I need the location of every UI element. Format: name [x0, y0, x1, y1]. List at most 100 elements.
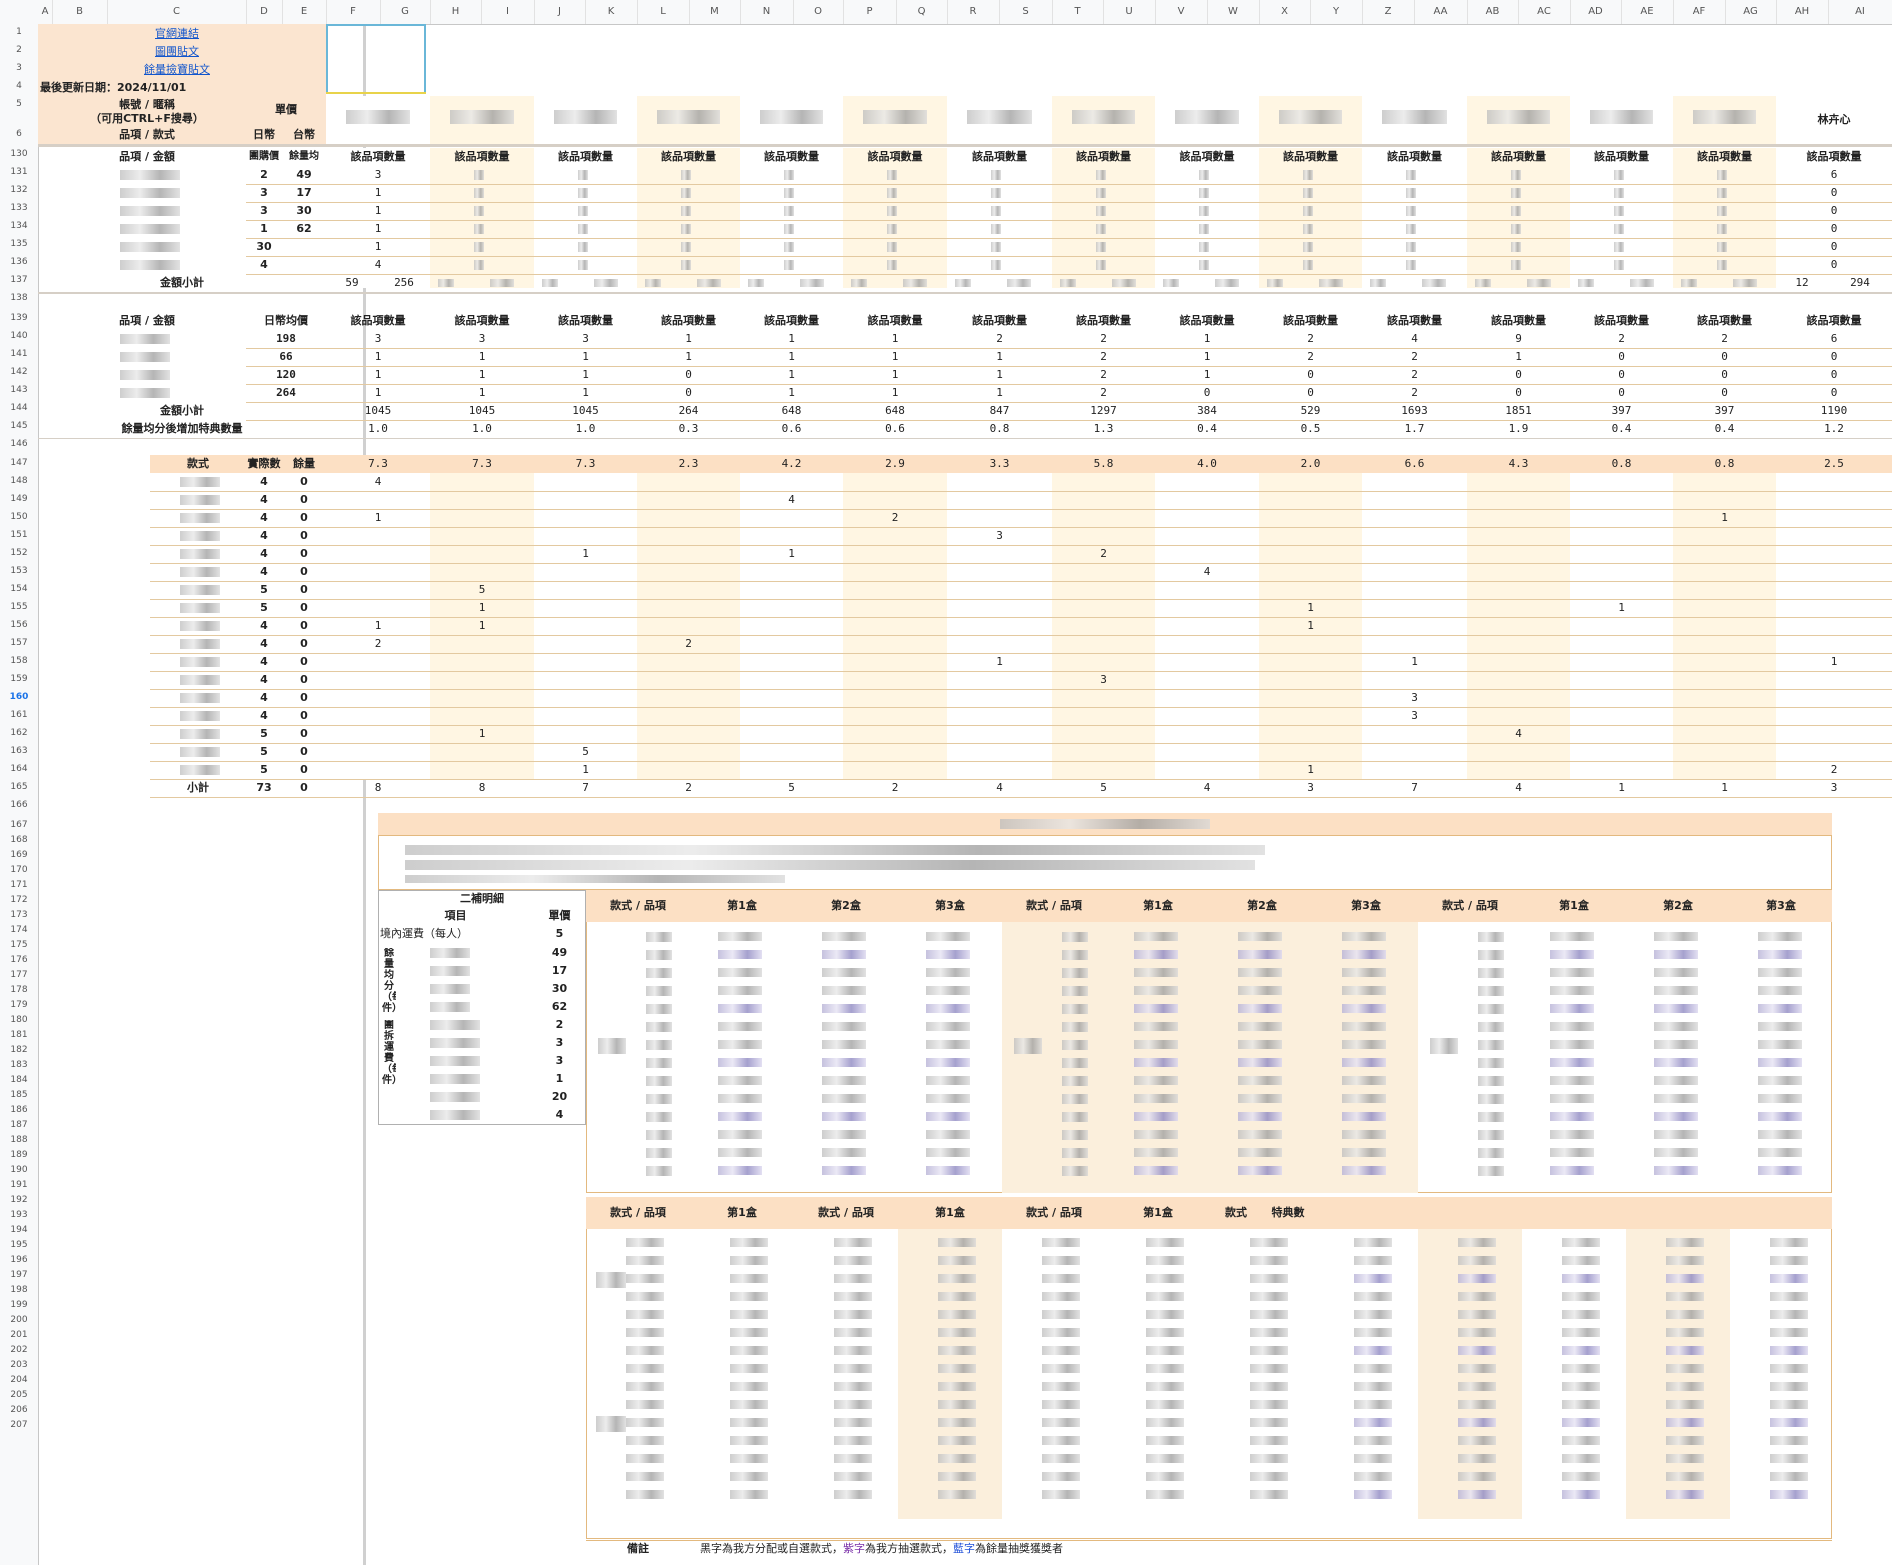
row-number[interactable]: 173 — [0, 910, 38, 920]
row-number[interactable]: 140 — [0, 331, 38, 341]
column-letter[interactable]: K — [585, 0, 638, 24]
row-number[interactable]: 165 — [0, 782, 38, 792]
link-1[interactable]: 圖團貼文 — [107, 44, 247, 60]
row-number[interactable]: 3 — [0, 63, 38, 73]
column-letter[interactable]: AA — [1414, 0, 1468, 24]
column-letter[interactable]: R — [947, 0, 1000, 24]
link-2[interactable]: 餘量撿寶貼文 — [107, 62, 247, 78]
row-number[interactable]: 177 — [0, 970, 38, 980]
row-number[interactable]: 2 — [0, 45, 38, 55]
row-number[interactable]: 149 — [0, 494, 38, 504]
row-number[interactable]: 174 — [0, 925, 38, 935]
row-number[interactable]: 179 — [0, 1000, 38, 1010]
column-letter[interactable]: L — [637, 0, 690, 24]
column-letter[interactable]: E — [282, 0, 327, 24]
row-number[interactable]: 197 — [0, 1270, 38, 1280]
row-number[interactable]: 203 — [0, 1360, 38, 1370]
column-letter[interactable]: AD — [1570, 0, 1622, 24]
column-letter[interactable]: A — [38, 0, 53, 24]
row-number[interactable]: 187 — [0, 1120, 38, 1130]
row-number[interactable]: 151 — [0, 530, 38, 540]
row-number[interactable]: 204 — [0, 1375, 38, 1385]
column-letter[interactable]: AH — [1776, 0, 1829, 24]
row-number[interactable]: 163 — [0, 746, 38, 756]
row-number[interactable]: 185 — [0, 1090, 38, 1100]
row-number[interactable]: 133 — [0, 203, 38, 213]
row-number[interactable]: 137 — [0, 275, 38, 285]
column-letter[interactable]: X — [1259, 0, 1311, 24]
column-letter[interactable]: I — [481, 0, 535, 24]
column-letter[interactable]: C — [107, 0, 247, 24]
row-number[interactable]: 160 — [0, 692, 38, 702]
row-number[interactable]: 144 — [0, 403, 38, 413]
column-letter[interactable]: G — [380, 0, 431, 24]
row-number[interactable]: 159 — [0, 674, 38, 684]
column-letter[interactable]: AF — [1673, 0, 1726, 24]
column-letter[interactable]: W — [1207, 0, 1260, 24]
row-number[interactable]: 164 — [0, 764, 38, 774]
row-number[interactable]: 192 — [0, 1195, 38, 1205]
row-number[interactable]: 199 — [0, 1300, 38, 1310]
row-number[interactable]: 145 — [0, 421, 38, 431]
row-number[interactable]: 184 — [0, 1075, 38, 1085]
row-number[interactable]: 143 — [0, 385, 38, 395]
column-letter[interactable]: AC — [1518, 0, 1571, 24]
row-number[interactable]: 178 — [0, 985, 38, 995]
row-number[interactable]: 171 — [0, 880, 38, 890]
row-number[interactable]: 175 — [0, 940, 38, 950]
row-number[interactable]: 195 — [0, 1240, 38, 1250]
column-letter[interactable]: T — [1052, 0, 1104, 24]
row-number[interactable]: 189 — [0, 1150, 38, 1160]
column-letter[interactable]: S — [999, 0, 1053, 24]
column-letter[interactable]: P — [843, 0, 897, 24]
row-number[interactable]: 207 — [0, 1420, 38, 1430]
column-letter[interactable]: F — [326, 0, 381, 24]
row-number[interactable]: 132 — [0, 185, 38, 195]
row-number[interactable]: 200 — [0, 1315, 38, 1325]
row-number[interactable]: 148 — [0, 476, 38, 486]
link-text[interactable]: 餘量撿寶貼文 — [144, 63, 210, 76]
column-letter[interactable]: J — [534, 0, 586, 24]
row-number[interactable]: 167 — [0, 820, 38, 830]
row-number[interactable]: 193 — [0, 1210, 38, 1220]
row-number[interactable]: 183 — [0, 1060, 38, 1070]
column-letter[interactable]: V — [1155, 0, 1208, 24]
row-number[interactable]: 154 — [0, 584, 38, 594]
link-text[interactable]: 圖團貼文 — [155, 45, 199, 58]
row-number[interactable]: 181 — [0, 1030, 38, 1040]
row-number[interactable]: 5 — [0, 99, 38, 109]
row-number[interactable]: 130 — [0, 149, 38, 159]
row-number[interactable]: 146 — [0, 439, 38, 449]
column-letter[interactable]: Q — [896, 0, 948, 24]
row-number[interactable]: 182 — [0, 1045, 38, 1055]
column-letter[interactable]: AI — [1828, 0, 1892, 24]
row-number[interactable]: 180 — [0, 1015, 38, 1025]
row-number[interactable]: 153 — [0, 566, 38, 576]
row-number[interactable]: 206 — [0, 1405, 38, 1415]
row-number[interactable]: 141 — [0, 349, 38, 359]
row-number[interactable]: 196 — [0, 1255, 38, 1265]
row-number[interactable]: 138 — [0, 293, 38, 303]
row-number[interactable]: 186 — [0, 1105, 38, 1115]
column-letter[interactable]: H — [430, 0, 482, 24]
row-number[interactable]: 155 — [0, 602, 38, 612]
row-number[interactable]: 1 — [0, 27, 38, 37]
row-number[interactable]: 201 — [0, 1330, 38, 1340]
row-number[interactable]: 166 — [0, 800, 38, 810]
column-letter[interactable]: U — [1103, 0, 1156, 24]
row-number[interactable]: 188 — [0, 1135, 38, 1145]
column-letter[interactable]: Z — [1362, 0, 1415, 24]
column-letter[interactable]: AB — [1467, 0, 1519, 24]
row-number[interactable]: 157 — [0, 638, 38, 648]
row-number[interactable]: 4 — [0, 81, 38, 91]
row-number[interactable]: 191 — [0, 1180, 38, 1190]
row-number[interactable]: 131 — [0, 167, 38, 177]
row-number[interactable]: 162 — [0, 728, 38, 738]
link-text[interactable]: 官網連結 — [155, 27, 199, 40]
row-number[interactable]: 136 — [0, 257, 38, 267]
row-number[interactable]: 152 — [0, 548, 38, 558]
row-number[interactable]: 161 — [0, 710, 38, 720]
row-number[interactable]: 205 — [0, 1390, 38, 1400]
column-letter[interactable]: AE — [1621, 0, 1674, 24]
column-letter[interactable]: B — [52, 0, 108, 24]
